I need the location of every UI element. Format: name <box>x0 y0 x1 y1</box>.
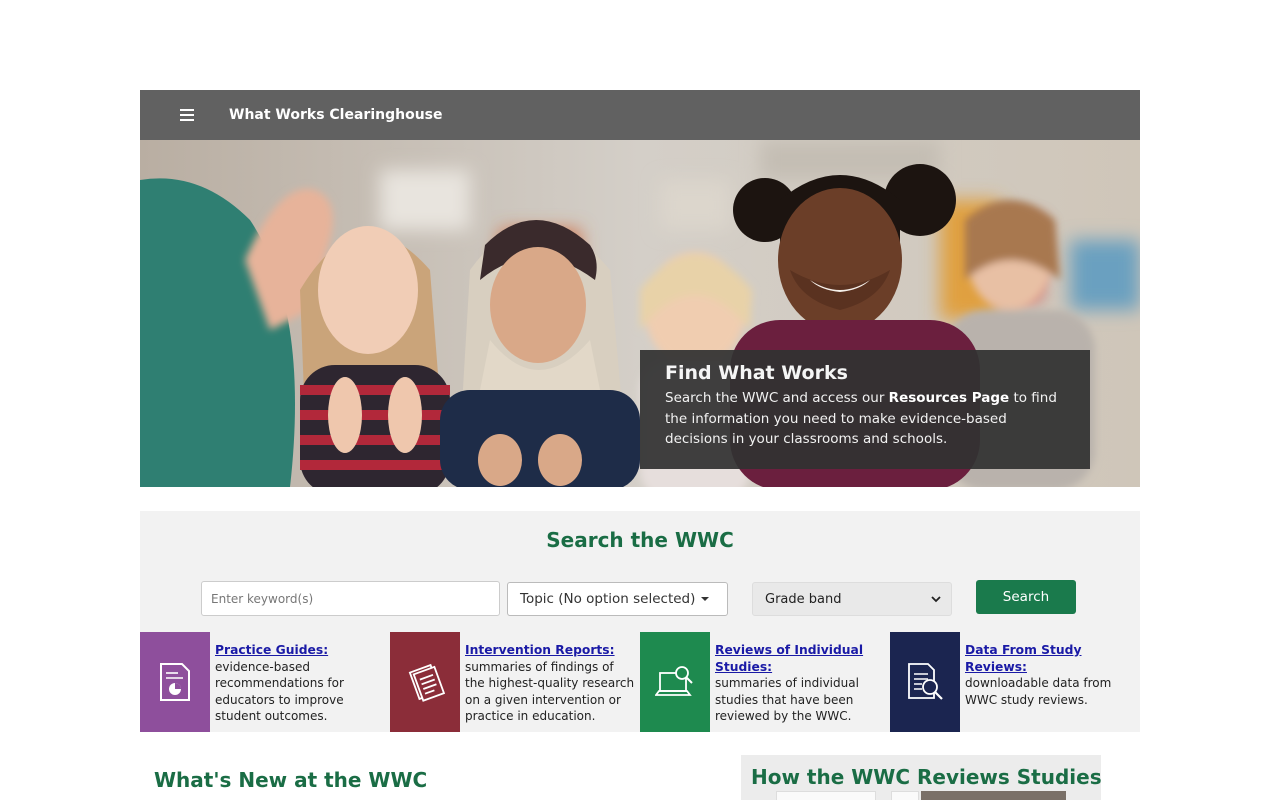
intervention-reports-description: summaries of findings of the highest-qua… <box>465 659 635 724</box>
how-wwc-reviews-panel: How the WWC Reviews Studies <box>741 755 1101 800</box>
intervention-reports-link[interactable]: Intervention Reports: <box>465 643 615 657</box>
reviews-individual-studies-link[interactable]: Reviews of Individual Studies: <box>715 643 863 674</box>
data-study-reviews-description: downloadable data from WWC study reviews… <box>965 676 1112 707</box>
tile-data-study-reviews-text: Data From Study Reviews: downloadable da… <box>965 642 1135 708</box>
data-study-reviews-link[interactable]: Data From Study Reviews: <box>965 643 1082 674</box>
laptop-magnifier-icon[interactable] <box>640 632 710 732</box>
how-wwc-reviews-heading: How the WWC Reviews Studies <box>751 765 1101 789</box>
keyword-search-input[interactable] <box>201 581 500 616</box>
stacked-papers-icon[interactable] <box>390 632 460 732</box>
reviews-individual-studies-description: summaries of individual studies that hav… <box>715 676 859 723</box>
practice-guides-link[interactable]: Practice Guides: <box>215 643 328 657</box>
video-thumbnail-secondary[interactable] <box>891 791 919 800</box>
page: What Works Clearinghouse Find What Works… <box>0 0 1280 800</box>
tile-intervention-reports-text: Intervention Reports: summaries of findi… <box>465 642 635 725</box>
hero-banner: Find What Works Search the WWC and acces… <box>140 140 1140 487</box>
video-thumbnail[interactable] <box>776 791 876 800</box>
tile-intervention-reports: Intervention Reports: summaries of findi… <box>390 632 640 732</box>
tile-reviews-individual-studies-text: Reviews of Individual Studies: summaries… <box>715 642 885 725</box>
tile-reviews-individual-studies: Reviews of Individual Studies: summaries… <box>640 632 890 732</box>
tile-practice-guides: Practice Guides: evidence-based recommen… <box>140 632 390 732</box>
tile-practice-guides-text: Practice Guides: evidence-based recommen… <box>215 642 385 725</box>
site-title[interactable]: What Works Clearinghouse <box>229 107 443 123</box>
video-thumbnail-image[interactable] <box>921 791 1066 800</box>
practice-guides-description: evidence-based recommendations for educa… <box>215 659 344 724</box>
hero-callout: Find What Works Search the WWC and acces… <box>640 350 1090 469</box>
hero-description: Search the WWC and access our Resources … <box>665 388 1068 450</box>
search-section-title: Search the WWC <box>546 528 734 552</box>
caret-down-icon <box>701 597 710 601</box>
hamburger-menu-icon[interactable] <box>180 90 226 140</box>
resources-page-link[interactable]: Resources Page <box>889 390 1010 406</box>
topic-dropdown-label: Topic (No option selected) <box>520 591 696 607</box>
grade-band-label: Grade band <box>765 591 842 607</box>
site-header: What Works Clearinghouse <box>140 90 1140 140</box>
grade-band-select[interactable]: Grade band <box>752 582 952 616</box>
document-chart-icon[interactable] <box>140 632 210 732</box>
hero-title: Find What Works <box>665 362 848 384</box>
topic-dropdown[interactable]: Topic (No option selected) <box>507 582 728 616</box>
search-button[interactable]: Search <box>976 580 1076 614</box>
document-magnifier-icon[interactable] <box>890 632 960 732</box>
chevron-down-icon <box>931 595 941 602</box>
tile-data-study-reviews: Data From Study Reviews: downloadable da… <box>890 632 1140 732</box>
whats-new-heading: What's New at the WWC <box>154 768 428 792</box>
search-section: Search the WWC Topic (No option selected… <box>140 511 1140 732</box>
hero-text-start: Search the WWC and access our <box>665 390 889 406</box>
